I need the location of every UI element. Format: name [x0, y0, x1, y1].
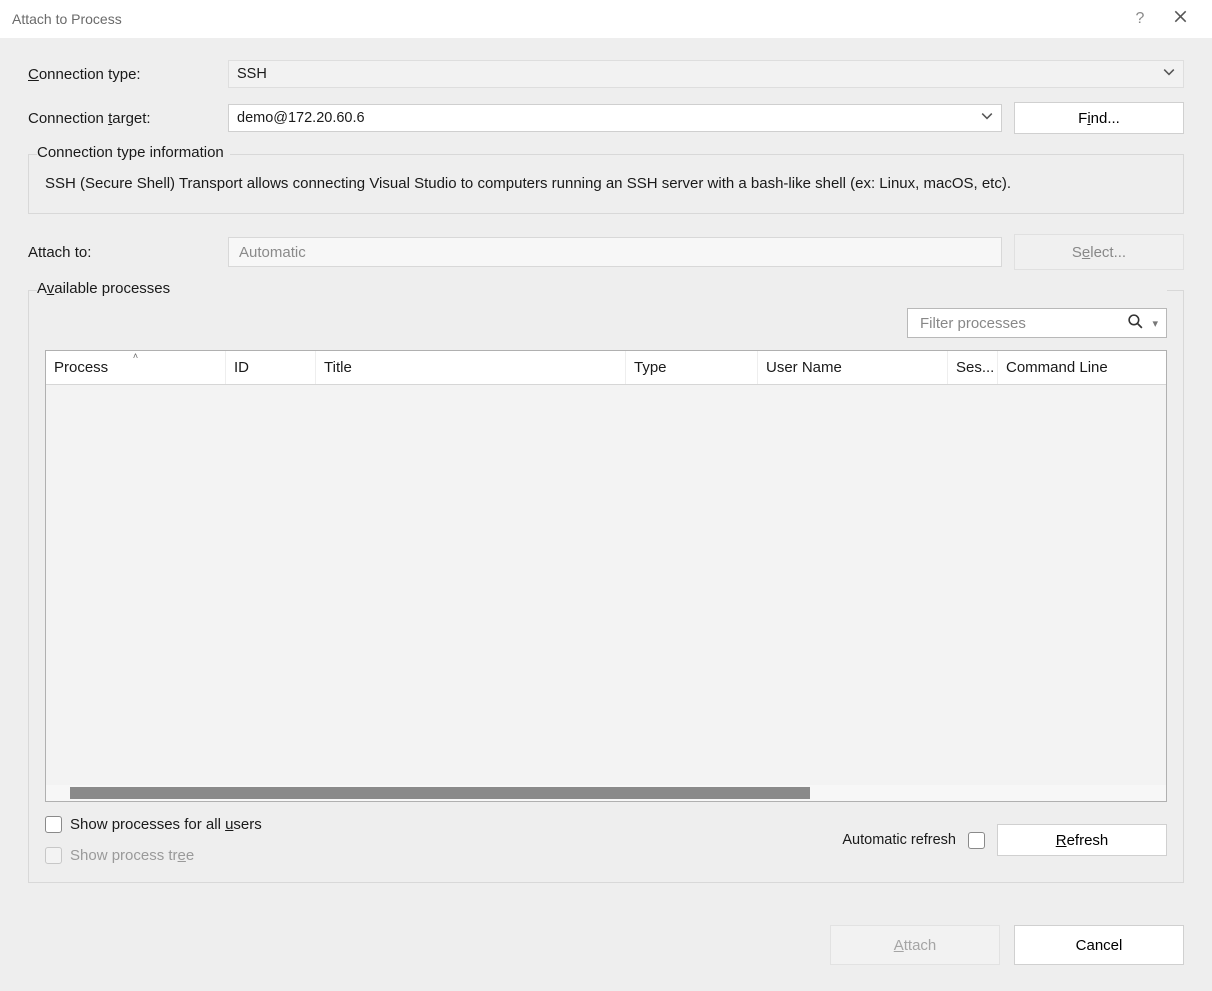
- content-area: Connection type: SSH Connection target: …: [0, 38, 1212, 991]
- col-type[interactable]: Type: [626, 351, 758, 384]
- help-icon[interactable]: ?: [1120, 10, 1160, 28]
- col-user[interactable]: User Name: [758, 351, 948, 384]
- show-all-users-checkbox[interactable]: Show processes for all users: [45, 816, 262, 833]
- chevron-down-icon: [1163, 66, 1175, 82]
- connection-type-value: SSH: [237, 66, 267, 82]
- cancel-button[interactable]: Cancel: [1014, 925, 1184, 965]
- filter-processes-input[interactable]: [918, 314, 1121, 333]
- connection-target-value: demo@172.20.60.6: [237, 110, 365, 126]
- col-title[interactable]: Title: [316, 351, 626, 384]
- attach-button: Attach: [830, 925, 1000, 965]
- col-id[interactable]: ID: [226, 351, 316, 384]
- search-icon[interactable]: [1127, 313, 1144, 334]
- find-button[interactable]: Find...: [1014, 102, 1184, 134]
- available-processes-title: Available processes: [37, 280, 1167, 297]
- filter-processes-box[interactable]: ▾: [907, 308, 1167, 338]
- attach-to-label: Attach to:: [28, 244, 228, 261]
- attach-to-field: Automatic: [228, 237, 1002, 267]
- process-table: Process ˄ ID Title Type User Name Ses...…: [45, 350, 1167, 802]
- connection-type-dropdown[interactable]: SSH: [228, 60, 1184, 88]
- col-process[interactable]: Process ˄: [46, 351, 226, 384]
- table-header-row: Process ˄ ID Title Type User Name Ses...…: [46, 351, 1166, 385]
- refresh-button[interactable]: Refresh: [997, 824, 1167, 856]
- col-cmd[interactable]: Command Line: [998, 351, 1166, 384]
- scrollbar-thumb[interactable]: [70, 787, 810, 799]
- connection-type-info-group: Connection type information SSH (Secure …: [28, 154, 1184, 214]
- attach-to-process-dialog: Attach to Process ? Connection type: SSH…: [0, 0, 1212, 991]
- automatic-refresh-checkbox[interactable]: [968, 832, 985, 849]
- sort-ascending-icon: ˄: [133, 351, 138, 361]
- connection-target-combobox[interactable]: demo@172.20.60.6: [228, 104, 1002, 132]
- select-button: Select...: [1014, 234, 1184, 270]
- connection-type-label: Connection type:: [28, 66, 228, 83]
- attach-to-value: Automatic: [239, 244, 306, 261]
- connection-target-label: Connection target:: [28, 110, 228, 127]
- automatic-refresh-label: Automatic refresh: [842, 832, 956, 848]
- table-body-empty: [46, 385, 1166, 785]
- chevron-down-icon: [981, 110, 993, 126]
- col-session[interactable]: Ses...: [948, 351, 998, 384]
- horizontal-scrollbar[interactable]: [46, 785, 1166, 801]
- connection-type-info-title: Connection type information: [37, 144, 230, 161]
- checkbox-icon: [45, 847, 62, 864]
- close-icon[interactable]: [1160, 10, 1200, 28]
- connection-type-info-text: SSH (Secure Shell) Transport allows conn…: [45, 172, 1167, 195]
- window-title: Attach to Process: [12, 11, 1120, 27]
- titlebar: Attach to Process ?: [0, 0, 1212, 38]
- show-process-tree-checkbox: Show process tree: [45, 847, 262, 864]
- available-processes-group: Available processes ▾ Process ˄: [28, 290, 1184, 883]
- filter-dropdown-icon[interactable]: ▾: [1152, 317, 1158, 330]
- checkbox-icon: [45, 816, 62, 833]
